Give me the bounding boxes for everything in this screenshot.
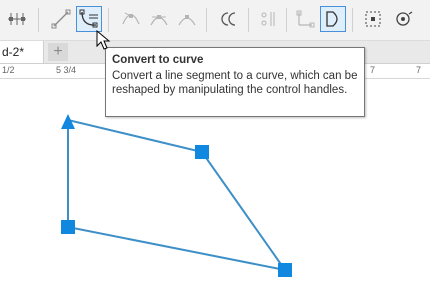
convert-to-line-button[interactable] [48,6,74,32]
ruler-label: 7 [370,65,376,75]
mouse-cursor-icon [96,30,111,50]
ruler-label: 5 3/4 [56,65,77,75]
ruler-label: 1/2 [2,65,15,75]
extract-subpath-button[interactable] [256,6,282,32]
reduce-nodes-icon [396,11,413,26]
close-curve-icon [326,11,338,27]
toolbar-separator [38,8,39,32]
select-all-nodes-button[interactable] [360,6,386,32]
node-handle[interactable] [61,220,75,234]
reduce-nodes-button[interactable] [390,6,416,32]
cusp-node-button[interactable] [118,6,144,32]
tooltip-title: Convert to curve [112,54,204,66]
convert-to-curve-icon [79,9,98,28]
toolbar-separator [286,8,287,32]
tooltip: Convert to curve Convert a line segment … [105,47,365,117]
elastic-mode-icon [296,10,315,28]
close-curve-button[interactable] [320,6,346,32]
reverse-direction-button[interactable] [216,6,242,32]
convert-to-line-icon [51,9,71,29]
node-handle[interactable] [278,263,292,277]
reverse-direction-icon [221,12,236,26]
curve-path[interactable] [67,118,288,272]
add-tab-button[interactable]: + [48,43,68,61]
toolbar-separator [108,8,109,32]
smooth-node-icon [150,15,168,26]
cusp-node-icon [122,12,140,25]
smooth-node-button[interactable] [146,6,172,32]
node-toolbar [0,0,430,41]
tooltip-description: Convert a line segment to a curve, which… [112,70,358,96]
node-align-button[interactable] [4,6,30,32]
node-align-icon [8,13,26,25]
symmetrical-node-button[interactable] [174,6,200,32]
ruler-label: 7 [416,65,422,75]
toolbar-separator [248,8,249,32]
extract-subpath-icon [261,12,275,26]
node-handle[interactable] [195,145,209,159]
symmetrical-node-icon [178,15,196,26]
toolbar-separator [352,8,353,32]
select-all-nodes-icon [365,11,381,27]
convert-to-curve-button[interactable] [76,6,102,32]
toolbar-separator [206,8,207,32]
document-tab[interactable]: d-2* [0,41,44,63]
elastic-mode-button[interactable] [292,6,318,32]
